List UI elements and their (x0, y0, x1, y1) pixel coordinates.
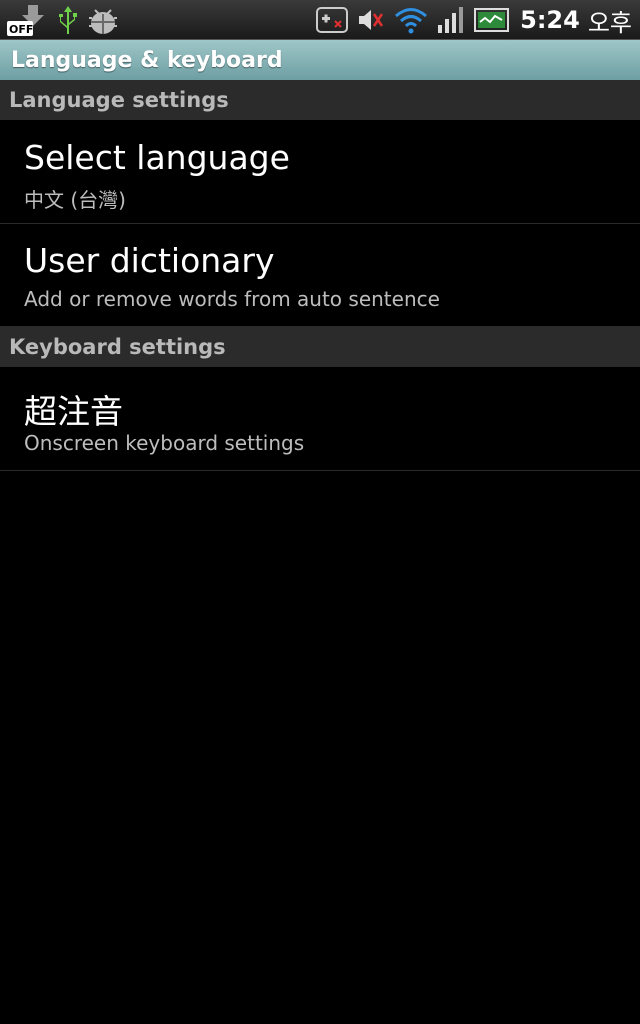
item-title: Select language (24, 138, 290, 177)
category-keyboard-settings: Keyboard settings (0, 327, 640, 367)
item-summary: 中文 (台灣) (24, 188, 126, 212)
android-debug-icon (86, 0, 120, 40)
download-off-icon: OFF (6, 0, 50, 40)
battery-icon (474, 0, 510, 40)
list-item-user-dictionary[interactable]: User dictionary Add or remove words from… (0, 224, 640, 327)
item-summary: Add or remove words from auto sentence (24, 287, 440, 311)
category-language-settings: Language settings (0, 80, 640, 120)
page-title: Language & keyboard (11, 47, 283, 73)
gamepad-icon (316, 0, 349, 40)
item-summary: Onscreen keyboard settings (24, 431, 305, 455)
category-header-label: Language settings (9, 88, 229, 112)
status-bar-left: OFF (6, 0, 126, 40)
status-bar-clock-period: 오후 (587, 8, 632, 37)
wifi-icon (394, 0, 428, 40)
volume-muted-icon (356, 0, 386, 40)
status-bar: OFF 5:24 오후 (0, 0, 640, 40)
signal-icon (436, 0, 466, 40)
list-item-keyboard-input-method[interactable]: 超注音 Onscreen keyboard settings (0, 367, 640, 471)
off-badge-text: OFF (9, 23, 33, 36)
title-bar: Language & keyboard (0, 40, 640, 80)
status-bar-clock: 5:24 (520, 6, 580, 34)
category-header-label: Keyboard settings (9, 335, 226, 359)
list-item-select-language[interactable]: Select language 中文 (台灣) (0, 120, 640, 224)
usb-icon (56, 0, 80, 40)
item-title: 超注音 (24, 392, 123, 431)
status-bar-right: 5:24 오후 (308, 0, 632, 40)
item-title: User dictionary (24, 241, 275, 280)
